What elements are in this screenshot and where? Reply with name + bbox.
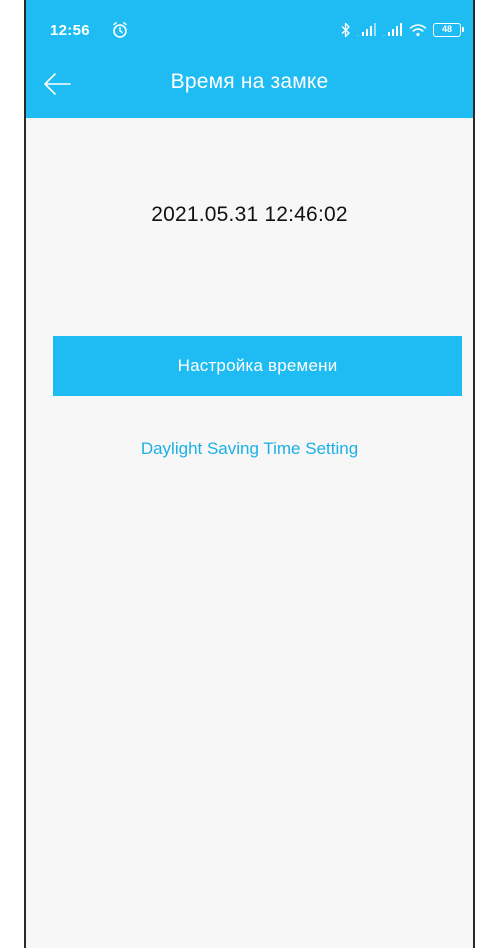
page-title: Время на замке [170, 70, 329, 93]
status-icons: . . 48 [341, 21, 464, 39]
bluetooth-icon [341, 22, 351, 38]
phone-screen: 12:56 . . 48 Время на замке 2021.05.31 1… [24, 0, 475, 948]
top-bar: 12:56 . . 48 Время на замке [26, 0, 473, 118]
set-time-button[interactable]: Настройка времени [53, 336, 462, 396]
svg-text:.: . [383, 31, 385, 37]
svg-text:.: . [357, 31, 359, 37]
signal-icon: . [357, 23, 377, 37]
app-bar: Время на замке [26, 60, 473, 118]
device-frame: 12:56 . . 48 Время на замке 2021.05.31 1… [0, 0, 477, 948]
alarm-clock-icon [112, 21, 128, 39]
wifi-icon [409, 23, 427, 37]
battery-icon: 48 [433, 23, 464, 37]
status-bar: 12:56 . . 48 [26, 0, 473, 60]
status-time: 12:56 [50, 22, 90, 39]
lock-datetime: 2021.05.31 12:46:02 [151, 203, 348, 226]
signal-icon: . [383, 23, 403, 37]
daylight-saving-setting-link[interactable]: Daylight Saving Time Setting [26, 439, 473, 459]
